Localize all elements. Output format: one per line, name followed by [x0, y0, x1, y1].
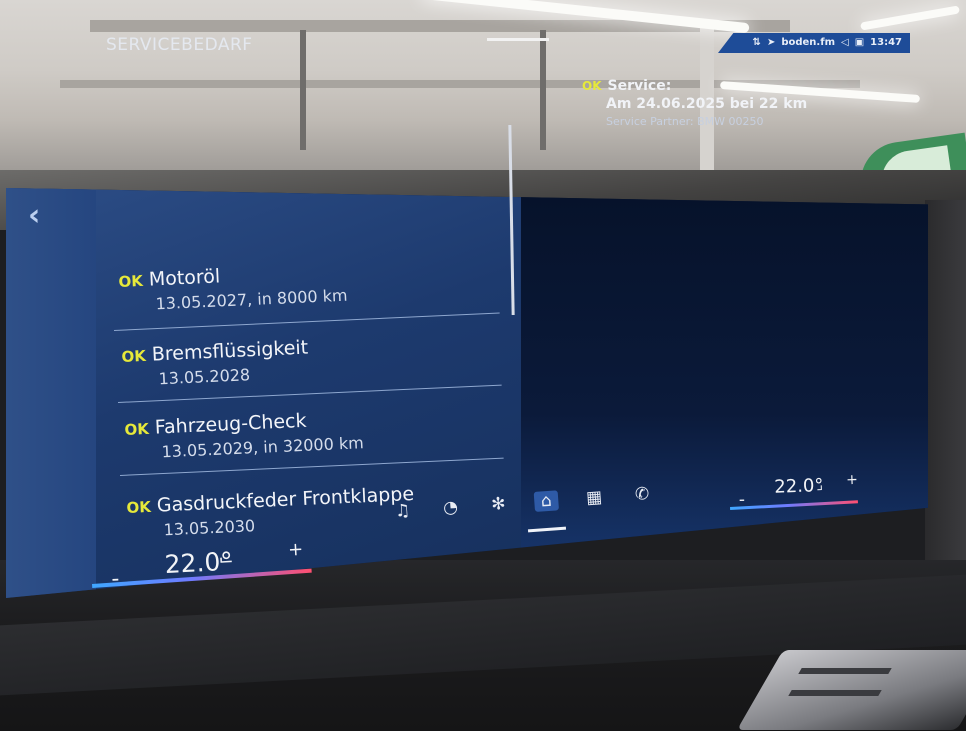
clock: 13:47	[870, 37, 902, 48]
gauge-icon[interactable]: ◔	[438, 497, 463, 519]
music-icon[interactable]: ♫	[390, 500, 415, 522]
status-badge: OK	[124, 419, 150, 439]
dashboard-trim	[925, 200, 966, 620]
status-bar: ⇅ ➤ boden.fm ◁ ▣ 13:47	[718, 33, 910, 53]
status-badge: OK	[582, 79, 602, 93]
service-date: Am 24.06.2025 bei 22 km	[606, 96, 808, 112]
garage-post	[540, 30, 546, 150]
navigation-arrow-icon: ➤	[766, 37, 776, 48]
service-partner: Service Partner: BMW 00250	[606, 115, 764, 128]
message-icon: ▣	[854, 37, 865, 48]
speaker-icon: ◁	[841, 37, 849, 48]
service-detail-panel	[521, 188, 928, 598]
garage-post	[300, 30, 306, 150]
seat-heating-icon[interactable]: ⌙	[218, 549, 234, 571]
radio-station: boden.fm	[781, 37, 835, 48]
phone-icon[interactable]: ✆	[629, 484, 654, 506]
status-badge: OK	[126, 497, 152, 517]
air-vent-slot	[788, 690, 882, 696]
phone-signal-icon: ⇅	[752, 37, 761, 48]
service-item-bremsfluessigkeit[interactable]: OK Bremsflüssigkeit 13.05.2028	[121, 337, 310, 390]
drag-handle[interactable]	[487, 38, 549, 41]
fan-icon[interactable]: ✻	[486, 494, 511, 516]
panel-title: SERVICEBEDARF	[106, 35, 253, 55]
temp-decrease-button[interactable]: -	[111, 567, 120, 592]
seat-heating-icon[interactable]: ⌟	[816, 477, 823, 493]
service-detail: OK Service: Am 24.06.2025 bei 22 km Servi…	[582, 75, 807, 128]
air-vent-slot	[798, 668, 892, 674]
ceiling-light	[860, 5, 960, 31]
temp-increase-button[interactable]: +	[288, 539, 304, 561]
temp-increase-button[interactable]: +	[846, 472, 858, 488]
apps-grid-icon[interactable]: ▦	[582, 487, 607, 509]
status-badge: OK	[118, 271, 144, 291]
service-title: Service:	[607, 78, 672, 94]
back-chevron-icon[interactable]: ‹	[28, 198, 40, 233]
panel-edge	[6, 188, 96, 598]
item-title: Motoröl	[148, 265, 221, 291]
status-badge: OK	[121, 346, 147, 366]
home-icon[interactable]: ⌂	[533, 490, 559, 512]
